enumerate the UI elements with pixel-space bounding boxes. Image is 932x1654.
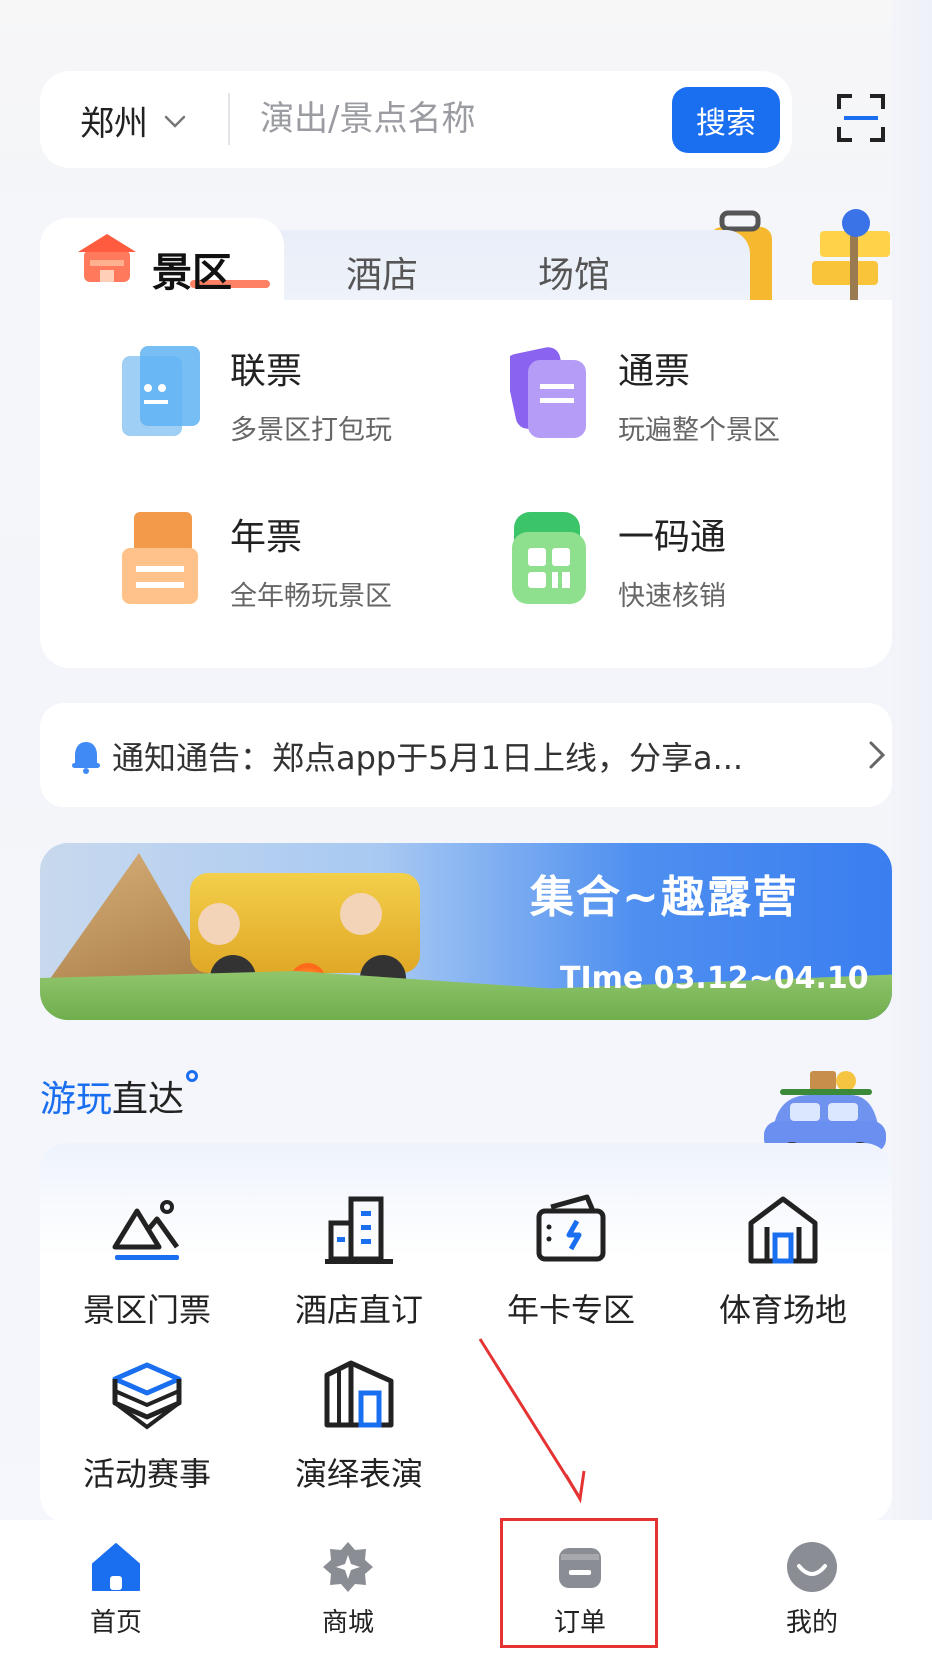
mountain-icon bbox=[112, 1200, 180, 1260]
ticket-item-qrcode[interactable]: 一码通 快速核销 bbox=[510, 512, 870, 632]
pass-ticket-icon bbox=[510, 347, 586, 438]
chevron-down-icon bbox=[164, 115, 186, 128]
nav-label: 我的 bbox=[785, 1608, 838, 1638]
chevron-right-icon bbox=[869, 741, 886, 769]
banner-time: TIme 03.12~04.10 bbox=[560, 961, 869, 996]
ticket-subtitle: 玩遍整个景区 bbox=[618, 415, 780, 446]
notice-bar[interactable]: 通知通告：郑点app于5月1日上线，分享a... bbox=[40, 703, 892, 807]
tabs-background bbox=[240, 230, 750, 302]
quick-item-label: 活动赛事 bbox=[82, 1455, 211, 1493]
ticket-item-annual[interactable]: 年票 全年畅玩景区 bbox=[122, 512, 482, 632]
annual-ticket-icon bbox=[122, 512, 198, 604]
scan-icon[interactable] bbox=[836, 93, 886, 143]
quick-item-hotel-booking[interactable]: 酒店直订 bbox=[269, 1193, 449, 1343]
person-illustration bbox=[340, 893, 382, 935]
quick-item-label: 体育场地 bbox=[718, 1291, 847, 1329]
mall-icon bbox=[323, 1542, 373, 1592]
nav-mall[interactable]: 商城 bbox=[278, 1540, 418, 1639]
search-button[interactable]: 搜索 bbox=[672, 87, 780, 153]
banner-title: 集合~趣露营 bbox=[530, 872, 799, 923]
theater-icon bbox=[324, 1360, 394, 1428]
ticket-title: 联票 bbox=[230, 351, 303, 392]
person-illustration bbox=[198, 903, 240, 945]
quick-item-sports-venue[interactable]: 体育场地 bbox=[693, 1193, 873, 1343]
profile-icon bbox=[787, 1542, 837, 1592]
tab-venue[interactable]: 场馆 bbox=[538, 246, 610, 298]
building-icon bbox=[325, 1196, 393, 1264]
bottom-navigation: 首页 商城 订单 我的 bbox=[0, 1520, 932, 1654]
quick-item-label: 年卡专区 bbox=[506, 1291, 635, 1329]
section-title-rest: 直达 bbox=[112, 1079, 185, 1120]
nav-home[interactable]: 首页 bbox=[46, 1540, 186, 1639]
quick-item-label: 演绎表演 bbox=[294, 1455, 423, 1493]
nav-profile[interactable]: 我的 bbox=[742, 1540, 882, 1639]
nav-label: 首页 bbox=[89, 1608, 142, 1638]
ticket-item-combo[interactable]: 联票 多景区打包玩 bbox=[122, 346, 482, 466]
section-title-highlight: 游玩 bbox=[40, 1079, 113, 1120]
ticket-item-pass[interactable]: 通票 玩遍整个景区 bbox=[510, 346, 870, 466]
quick-item-annual-card[interactable]: 年卡专区 bbox=[481, 1193, 661, 1343]
ticket-title: 年票 bbox=[230, 517, 303, 558]
quick-item-scenic-tickets[interactable]: 景区门票 bbox=[57, 1193, 237, 1343]
ticket-title: 通票 bbox=[618, 351, 691, 392]
quick-access-card: 景区门票 酒店直订 年卡专区 体育场地 活动赛事 演绎表演 bbox=[40, 1143, 892, 1523]
tab-scenic[interactable]: 景区 bbox=[40, 218, 284, 308]
card-icon bbox=[536, 1194, 606, 1262]
tab-label-scenic: 景区 bbox=[152, 250, 232, 296]
city-label: 郑州 bbox=[80, 104, 148, 144]
quick-item-label: 景区门票 bbox=[82, 1291, 211, 1329]
home-icon bbox=[92, 1543, 140, 1591]
temple-icon bbox=[78, 234, 136, 282]
section-title: 游玩直达 bbox=[40, 1070, 199, 1122]
boxing-ring-icon bbox=[112, 1362, 182, 1430]
search-bar: 郑州 搜索 bbox=[40, 71, 792, 168]
stadium-icon bbox=[748, 1196, 818, 1264]
ticket-category-card: 联票 多景区打包玩 通票 玩遍整个景区 年票 全年畅玩景区 一码通 快速核销 bbox=[40, 300, 892, 668]
quick-item-events[interactable]: 活动赛事 bbox=[57, 1357, 237, 1507]
search-divider bbox=[228, 93, 230, 145]
quick-item-performances[interactable]: 演绎表演 bbox=[269, 1357, 449, 1507]
nav-label: 商城 bbox=[321, 1608, 374, 1638]
category-tabs: 景区 酒店 场馆 bbox=[40, 218, 892, 308]
annotation-highlight-box bbox=[500, 1518, 658, 1648]
quick-item-label: 酒店直订 bbox=[294, 1291, 423, 1329]
ticket-subtitle: 全年畅玩景区 bbox=[230, 581, 392, 612]
ticket-subtitle: 快速核销 bbox=[618, 581, 726, 612]
combo-ticket-icon bbox=[122, 346, 200, 436]
city-selector[interactable]: 郑州 bbox=[80, 96, 188, 145]
camping-promo-banner[interactable]: 集合~趣露营 TIme 03.12~04.10 bbox=[40, 843, 892, 1020]
notice-text: 通知通告：郑点app于5月1日上线，分享a... bbox=[112, 739, 744, 777]
tab-hotel[interactable]: 酒店 bbox=[346, 246, 418, 298]
annotation-arrow bbox=[478, 1338, 586, 1504]
qr-code-icon bbox=[512, 512, 586, 604]
ticket-subtitle: 多景区打包玩 bbox=[230, 415, 392, 446]
title-dot bbox=[186, 1070, 199, 1082]
search-input[interactable] bbox=[260, 93, 660, 145]
bell-icon bbox=[72, 742, 100, 774]
ticket-title: 一码通 bbox=[618, 517, 727, 558]
